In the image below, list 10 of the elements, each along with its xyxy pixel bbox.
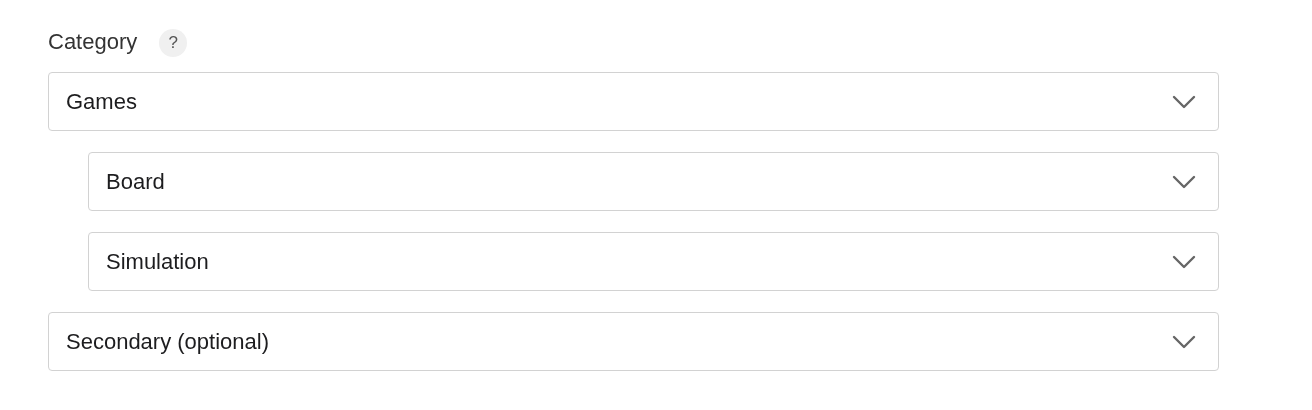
field-label: Category	[48, 31, 138, 53]
category-dropdown[interactable]: Games	[48, 72, 1219, 131]
chevron-down-icon	[1172, 334, 1196, 349]
category-dropdown[interactable]: Secondary (optional)	[48, 312, 1219, 371]
chevron-down-icon	[1172, 94, 1196, 109]
category-dropdown[interactable]: Simulation	[88, 232, 1219, 291]
chevron-down-icon	[1172, 174, 1196, 189]
chevron-down-icon	[1172, 254, 1196, 269]
help-button[interactable]: ?	[159, 29, 188, 57]
category-dropdown[interactable]: Board	[88, 152, 1219, 211]
